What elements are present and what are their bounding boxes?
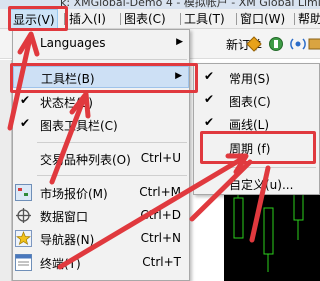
menu-separator <box>180 13 181 25</box>
menu-view[interactable]: 显示(V) <box>10 9 58 29</box>
menu-item-languages[interactable]: Languages ▶ <box>13 33 189 55</box>
submenu-item-standard[interactable]: ✔ 常用(S) <box>194 67 319 89</box>
market-icon[interactable] <box>307 36 320 52</box>
checkmark-icon: ✔ <box>20 93 31 107</box>
data-window-shortcut: Ctrl+D <box>140 208 181 222</box>
menu-tools[interactable]: 工具(T) <box>184 9 225 29</box>
submenu-item-charts[interactable]: ✔ 图表(C) <box>194 90 319 112</box>
customize-label: 自定义(u)... <box>229 178 294 192</box>
view-menu: Languages ▶ 工具栏(B) ▶ ✔ 状态栏(S) ✔ 图表工具栏(C)… <box>12 29 190 281</box>
terminal-icon <box>15 254 32 271</box>
checkmark-icon: ✔ <box>20 116 31 130</box>
submenu-item-customize[interactable]: 自定义(u)... <box>194 173 319 195</box>
charts-label: 图表(C) <box>229 95 271 109</box>
menu-separator <box>120 13 121 25</box>
line-studies-label: 画线(L) <box>229 118 270 132</box>
menu-item-market-watch[interactable]: 市场报价(M) Ctrl+M <box>13 182 189 204</box>
menu-window[interactable]: 窗口(W) <box>240 9 285 29</box>
menu-separator <box>294 13 295 25</box>
menu-item-chart-toolbar[interactable]: ✔ 图表工具栏(C) <box>13 114 189 136</box>
menu-charts[interactable]: 图表(C) <box>124 9 166 29</box>
checkmark-icon: ✔ <box>204 92 215 106</box>
symbols-shortcut: Ctrl+U <box>140 151 181 165</box>
price-chart[interactable] <box>224 180 320 281</box>
toolbars-submenu: ✔ 常用(S) ✔ 图表(C) ✔ 画线(L) 周期 (f) 自定义(u)... <box>193 63 320 195</box>
terminal-shortcut: Ctrl+T <box>142 255 181 269</box>
menu-separator <box>224 167 316 168</box>
chart-toolbar-label: 图表工具栏(C) <box>40 119 118 133</box>
menu-separator <box>236 13 237 25</box>
checkmark-icon: ✔ <box>204 115 215 129</box>
languages-label: Languages <box>40 36 106 50</box>
signals-icon[interactable] <box>290 36 306 52</box>
menu-item-navigator[interactable]: 导航器(N) Ctrl+N <box>13 228 189 250</box>
terminal-label: 终端(T) <box>40 257 81 271</box>
periodicity-label: 周期 (f) <box>229 142 271 156</box>
market-watch-label: 市场报价(M) <box>40 187 108 201</box>
submenu-item-line-studies[interactable]: ✔ 画线(L) <box>194 113 319 135</box>
menu-bar: 显示(V) 插入(I) 图表(C) 工具(T) 窗口(W) 帮助 <box>0 9 320 29</box>
menu-separator <box>37 175 187 176</box>
submenu-arrow-icon: ▶ <box>175 71 182 81</box>
chart-candles <box>233 188 304 272</box>
menu-separator <box>37 142 187 143</box>
market-watch-icon <box>15 184 32 201</box>
navigator-star-icon <box>15 230 32 247</box>
submenu-arrow-icon: ▶ <box>176 37 183 47</box>
menu-item-terminal[interactable]: 终端(T) Ctrl+T <box>13 252 189 274</box>
checkmark-icon: ✔ <box>204 69 215 83</box>
crosshair-icon <box>16 208 31 223</box>
symbols-label: 交易品种列表(O) <box>40 153 131 167</box>
menu-separator <box>37 59 187 60</box>
market-watch-shortcut: Ctrl+M <box>139 185 181 199</box>
navigator-panel <box>0 60 12 281</box>
menu-item-status-bar[interactable]: ✔ 状态栏(S) <box>13 91 189 113</box>
auto-trading-icon[interactable] <box>268 36 284 52</box>
menu-help[interactable]: 帮助 <box>298 9 320 29</box>
navigator-shortcut: Ctrl+N <box>140 231 181 245</box>
title-bar: k: XMGlobal-Demo 4 - 模拟帐户 - XM Global Li… <box>0 0 320 9</box>
standard-label: 常用(S) <box>229 72 270 86</box>
menu-separator <box>64 13 65 25</box>
submenu-item-periodicity[interactable]: 周期 (f) <box>194 137 319 159</box>
menu-item-toolbars[interactable]: 工具栏(B) ▶ <box>13 66 189 88</box>
navigator-label: 导航器(N) <box>40 233 95 247</box>
data-window-label: 数据窗口 <box>40 210 89 224</box>
expert-advisor-icon[interactable] <box>246 36 262 52</box>
status-bar-label: 状态栏(S) <box>40 96 93 110</box>
menu-item-symbols[interactable]: 交易品种列表(O) Ctrl+U <box>13 148 189 170</box>
menu-insert[interactable]: 插入(I) <box>69 9 106 29</box>
toolbars-label: 工具栏(B) <box>41 72 95 86</box>
menu-item-data-window[interactable]: 数据窗口 Ctrl+D <box>13 205 189 227</box>
window-title: k: XMGlobal-Demo 4 - 模拟帐户 - XM Global Li… <box>60 0 320 9</box>
